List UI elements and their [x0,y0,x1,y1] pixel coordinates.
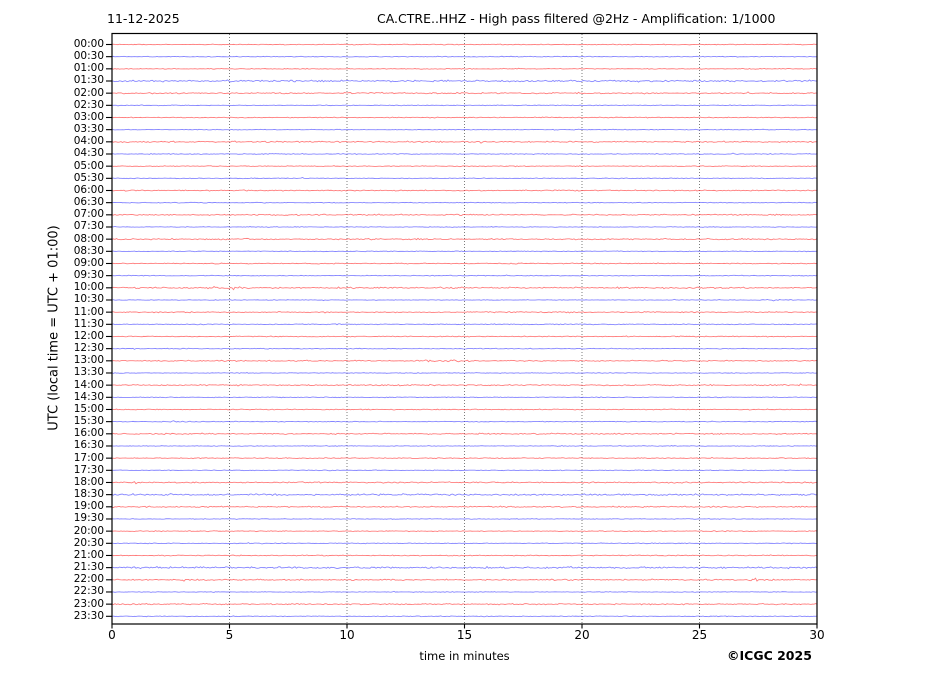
y-tick-label: 12:00 [73,329,104,342]
y-tick-label: 07:30 [73,220,104,233]
seismic-traces [111,43,818,618]
x-tick-label: 20 [574,628,590,642]
trace-0100 [111,67,818,70]
trace-1930 [111,518,818,520]
y-tick-label: 12:30 [73,342,104,355]
trace-0000 [111,43,818,46]
y-tick-labels: 00:00 00:30 01:00 01:30 02:00 02:30 03:00 03:30… [0,0,105,696]
trace-1730 [111,469,818,472]
y-tick-label: 00:30 [73,50,104,63]
y-tick-label: 16:30 [73,439,104,452]
y-tick-label: 02:00 [73,86,104,99]
y-tick-label: 08:30 [73,244,104,257]
y-tick-label: 13:30 [73,366,104,379]
trace-1700 [111,456,817,460]
y-tick-label: 11:00 [73,305,104,318]
y-tick-label: 17:00 [73,451,104,464]
trace-1430 [111,396,818,399]
helicorder-page: 11-12-2025 CA.CTRE..HHZ - High pass filt… [0,0,927,696]
x-tick-label: 25 [691,628,708,642]
y-tick-label: 08:00 [73,232,104,245]
trace-0430 [111,152,818,155]
y-tick-label: 19:30 [73,512,104,525]
trace-0630 [111,201,818,204]
y-tick-label: 13:00 [73,354,104,367]
y-tick-label: 18:00 [73,475,104,488]
y-tick-label: 23:00 [73,597,104,610]
trace-0230 [111,104,818,107]
y-tick-label: 15:30 [73,415,104,428]
y-tick-label: 01:00 [73,62,104,75]
y-tick-label: 23:30 [73,609,104,622]
trace-1230 [111,347,818,350]
y-tick-label: 21:30 [73,561,104,574]
y-tick-label: 19:00 [73,500,104,513]
x-tick-label: 15 [456,628,473,642]
trace-1200 [111,335,818,338]
y-tick-label: 04:00 [73,135,104,148]
trace-0130 [111,79,818,83]
trace-0330 [111,128,818,131]
trace-2300 [111,602,818,606]
x-tick-label: 30 [809,628,825,642]
x-tick-label: 5 [225,628,234,642]
trace-2230 [111,590,818,593]
x-tick-label: 0 [108,628,116,642]
y-tick-label: 10:30 [73,293,104,306]
y-tick-label: 17:30 [73,463,104,476]
trace-1100 [111,311,817,314]
y-tick-label: 04:30 [73,147,104,160]
x-tick-label: 10 [339,628,355,642]
y-tick-label: 00:00 [73,38,104,50]
y-tick-label: 09:00 [73,256,104,269]
trace-2030 [111,542,818,545]
trace-0900 [111,262,818,265]
y-tick-label: 21:00 [73,548,104,561]
y-tick-label: 03:00 [73,110,104,123]
y-tick-label: 22:30 [73,585,104,598]
trace-0700 [111,213,818,217]
helicorder-plot [106,32,818,629]
y-tick-label: 05:30 [73,171,104,184]
y-tick-label: 14:30 [73,390,104,403]
trace-2200 [111,577,818,582]
trace-1530 [111,420,818,423]
trace-1900 [111,505,818,509]
trace-0200 [111,91,818,95]
trace-2100 [111,554,818,557]
y-tick-label: 15:00 [73,402,104,415]
copyright-label: ©ICGC 2025 [727,648,812,663]
y-tick-label: 22:00 [73,573,104,586]
y-tick-label: 09:30 [73,269,104,282]
y-tick-label: 06:00 [73,183,104,196]
y-tick-label: 03:30 [73,123,104,136]
trace-0030 [111,55,818,58]
trace-1130 [111,323,818,326]
trace-2000 [111,530,818,533]
y-tick-label: 02:30 [73,98,104,111]
y-tick-label: 11:30 [73,317,104,330]
trace-0830 [111,250,818,253]
trace-1800 [111,481,818,485]
trace-0300 [111,116,818,119]
y-tick-label: 07:00 [73,208,104,221]
y-tick-label: 16:00 [73,427,104,440]
y-tick-label: 20:30 [73,536,104,549]
trace-0930 [111,274,818,277]
trace-1400 [111,383,818,387]
y-tick-label: 10:00 [73,281,104,294]
y-tick-label: 06:30 [73,196,104,209]
y-tick-label: 05:00 [73,159,104,172]
y-tick-label: 18:30 [73,488,104,501]
trace-1630 [111,445,818,447]
trace-1330 [111,372,818,374]
trace-1030 [111,298,818,302]
x-axis-title: time in minutes [419,649,510,663]
y-tick-label: 14:00 [73,378,104,391]
vertical-gridlines [229,34,700,624]
y-tick-label: 01:30 [73,74,104,87]
y-tick-label: 20:00 [73,524,104,537]
